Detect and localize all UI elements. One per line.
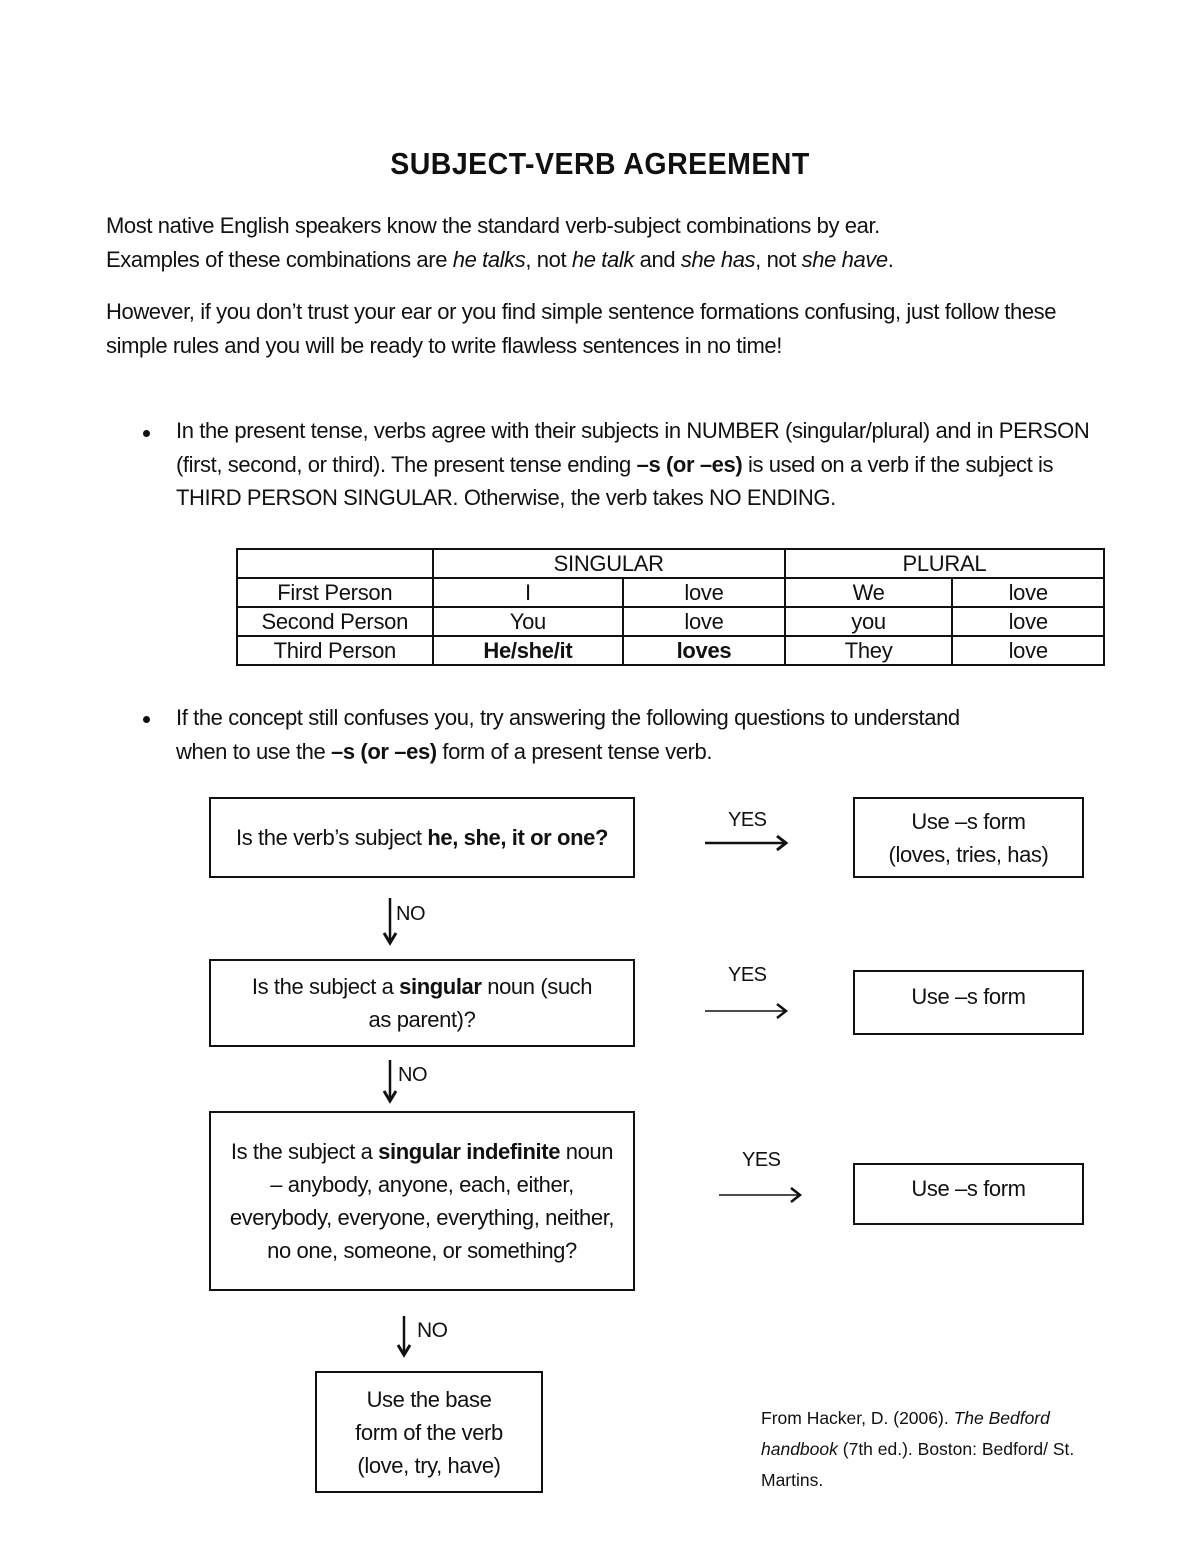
- yes-label: YES: [742, 1149, 781, 1171]
- result-text: Use the base form of the verb (love, try…: [355, 1383, 503, 1482]
- yes-label: YES: [728, 809, 767, 831]
- right-arrow-icon: [705, 1003, 789, 1019]
- answer-text: Use –s form (loves, tries, has): [889, 805, 1049, 871]
- question-text: Is the verb’s subject he, she, it or one…: [227, 821, 617, 854]
- plural-subject-cell: you: [783, 606, 954, 637]
- down-arrow-icon: [396, 1316, 412, 1358]
- answer-line: (loves, tries, has): [888, 841, 1049, 867]
- singular-verb-cell: love: [622, 577, 786, 608]
- singular-verb-cell: loves: [622, 635, 786, 666]
- plural-subject-cell: We: [783, 577, 954, 608]
- right-arrow-icon: [705, 834, 789, 852]
- answer-box-s-form: Use –s form: [853, 1163, 1084, 1225]
- table-header-row: SINGULAR PLURAL: [236, 548, 1106, 579]
- bullet-icon: [143, 430, 150, 437]
- person-cell: Second Person: [236, 606, 434, 637]
- page-title: SUBJECT-VERB AGREEMENT: [390, 146, 810, 181]
- question-text-part: Is the verb’s subject: [236, 825, 428, 850]
- intro-text: , not: [525, 247, 572, 272]
- question-text-part: Is the subject a: [251, 974, 400, 999]
- bullet-emphasis: –s (or –es): [636, 451, 743, 477]
- bullet-rule: In the present tense, verbs agree with t…: [176, 414, 1096, 515]
- question-emphasis: singular: [399, 974, 482, 999]
- question-box-indefinite: Is the subject a singular indefinite nou…: [209, 1111, 635, 1291]
- question-text-part: Is the subject a: [230, 1139, 379, 1164]
- question-text: Is the subject a singular indefinite nou…: [230, 1135, 615, 1267]
- yes-label: YES: [728, 964, 767, 986]
- table-header-singular: SINGULAR: [431, 548, 786, 579]
- intro-line-1: Most native English speakers know the st…: [106, 213, 880, 238]
- intro-paragraph-2: However, if you don’t trust your ear or …: [106, 299, 1057, 358]
- example-correct-1: he talks: [452, 247, 526, 272]
- question-box-singular-noun: Is the subject a singular noun (such as …: [209, 959, 635, 1047]
- example-correct-2: she has: [680, 247, 756, 272]
- result-line: (love, try, have): [357, 1452, 501, 1478]
- table-row: Second Person You love you love: [236, 606, 1105, 637]
- singular-verb-cell: love: [622, 606, 786, 637]
- intro-text: and: [633, 247, 681, 272]
- result-line: form of the verb: [355, 1419, 503, 1445]
- intro-paragraph-1: Most native English speakers know the st…: [106, 209, 1106, 277]
- question-box-pronoun: Is the verb’s subject he, she, it or one…: [209, 797, 635, 878]
- person-cell: Third Person: [236, 635, 434, 666]
- plural-verb-cell: love: [951, 606, 1105, 637]
- intro-text: Examples of these combinations are: [106, 247, 453, 272]
- no-label: NO: [417, 1319, 448, 1342]
- plural-subject-cell: They: [783, 635, 954, 666]
- table-header-plural: PLURAL: [783, 548, 1106, 579]
- answer-box-s-form: Use –s form: [853, 970, 1084, 1035]
- conjugation-table: SINGULAR PLURAL First Person I love We l…: [236, 548, 1106, 666]
- person-cell: First Person: [236, 577, 434, 608]
- example-incorrect-1: he talk: [571, 247, 634, 272]
- question-text: Is the subject a singular noun (such as …: [247, 970, 597, 1036]
- answer-box-s-form: Use –s form (loves, tries, has): [853, 797, 1084, 878]
- table-row: Third Person He/she/it loves They love: [236, 635, 1105, 666]
- bullet-emphasis: –s (or –es): [331, 738, 437, 764]
- question-emphasis: he, she, it or one?: [427, 825, 608, 850]
- singular-subject-cell: He/she/it: [431, 635, 625, 666]
- down-arrow-icon: [382, 898, 398, 946]
- citation-text: From Hacker, D. (2006).: [761, 1408, 954, 1428]
- bullet-text: form of a present tense verb.: [436, 738, 713, 764]
- bullet-icon: [143, 716, 150, 723]
- answer-text: Use –s form: [911, 984, 1026, 1009]
- singular-subject-cell: You: [431, 606, 625, 637]
- plural-verb-cell: love: [951, 577, 1105, 608]
- intro-text: , not: [755, 247, 802, 272]
- answer-line: Use –s form: [911, 808, 1026, 834]
- result-box-base-form: Use the base form of the verb (love, try…: [315, 1371, 543, 1493]
- no-label: NO: [398, 1064, 428, 1086]
- right-arrow-icon: [719, 1187, 803, 1203]
- citation: From Hacker, D. (2006). The Bedford hand…: [761, 1403, 1101, 1496]
- bullet-hint: If the concept still confuses you, try a…: [176, 701, 1016, 768]
- table-header-cell: [236, 548, 434, 579]
- example-incorrect-2: she have: [801, 247, 888, 272]
- no-label: NO: [396, 903, 426, 925]
- table-row: First Person I love We love: [236, 577, 1105, 608]
- singular-subject-cell: I: [431, 577, 625, 608]
- plural-verb-cell: love: [951, 635, 1105, 666]
- question-emphasis: singular indefinite: [378, 1139, 561, 1164]
- answer-text: Use –s form: [911, 1176, 1026, 1201]
- intro-text: .: [887, 247, 894, 272]
- intro-line-2: Examples of these combinations are he ta…: [106, 243, 1106, 277]
- result-line: Use the base: [366, 1386, 492, 1412]
- down-arrow-icon: [382, 1060, 398, 1104]
